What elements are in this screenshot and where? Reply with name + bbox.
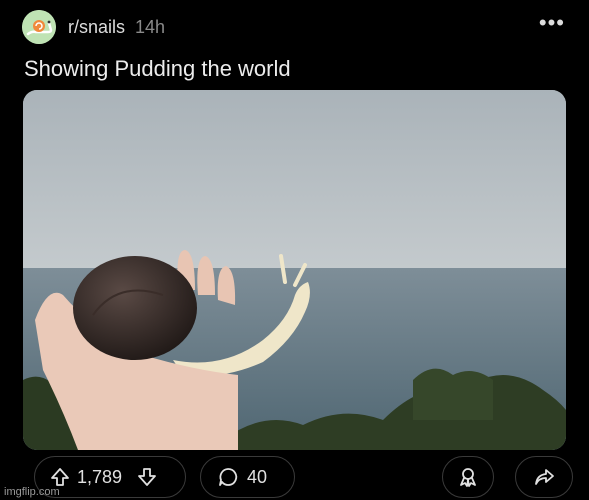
vote-score: 1,789 bbox=[77, 466, 123, 487]
award-icon bbox=[460, 468, 476, 487]
arrow-up-icon[interactable] bbox=[49, 466, 71, 488]
award-button[interactable] bbox=[442, 456, 494, 498]
comments-button[interactable]: 40 bbox=[200, 456, 295, 498]
more-options-icon[interactable]: ••• bbox=[539, 12, 565, 34]
snail-on-hand-photo bbox=[23, 90, 566, 450]
action-bar: 1,789 40 bbox=[0, 454, 589, 500]
comment-count: 40 bbox=[247, 466, 268, 487]
share-arrow-icon bbox=[535, 469, 554, 485]
speech-bubble-icon bbox=[219, 468, 238, 486]
post-timestamp: 14h bbox=[135, 16, 166, 37]
arrow-down-icon[interactable] bbox=[136, 466, 158, 488]
share-button[interactable] bbox=[515, 456, 573, 498]
subreddit-avatar[interactable] bbox=[22, 10, 56, 44]
post-header: r/snails 14h ••• bbox=[22, 10, 567, 44]
post-image[interactable] bbox=[23, 90, 566, 450]
post-title[interactable]: Showing Pudding the world bbox=[24, 56, 291, 82]
imgflip-watermark: imgflip.com bbox=[4, 486, 60, 498]
subreddit-name[interactable]: r/snails bbox=[68, 17, 125, 38]
snail-logo-icon bbox=[22, 10, 56, 44]
